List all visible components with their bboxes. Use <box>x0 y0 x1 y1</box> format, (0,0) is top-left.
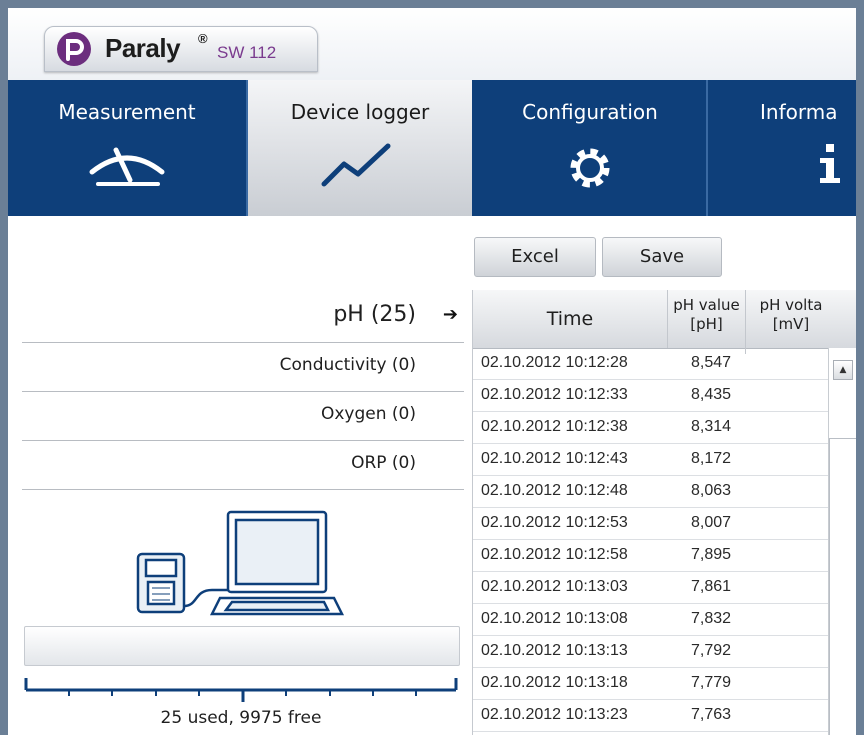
column-header-ph-line1: pH value <box>673 296 740 314</box>
column-header-voltage-line1: pH volta <box>759 296 823 314</box>
info-icon <box>708 136 856 196</box>
cell-time: 02.10.2012 10:12:28 <box>481 354 628 371</box>
table-row[interactable]: 02.10.2012 10:12:48 8,063 <box>473 476 828 508</box>
excel-button[interactable]: Excel <box>474 237 596 277</box>
paraly-logo-icon <box>57 32 91 66</box>
column-header-time[interactable]: Time <box>473 290 668 348</box>
brand-registered-mark: ® <box>198 31 208 46</box>
cell-ph-value: 7,763 <box>691 706 732 723</box>
tab-information[interactable]: Informa <box>708 80 856 216</box>
tab-label: Measurement <box>58 100 196 124</box>
table-row[interactable]: 02.10.2012 10:12:33 8,435 <box>473 380 828 412</box>
logger-table: Time pH value [pH] pH volta [mV] 02.10.2… <box>472 290 856 735</box>
table-row[interactable]: 02.10.2012 10:12:53 8,007 <box>473 508 828 540</box>
cell-ph-value: 8,063 <box>691 482 732 499</box>
table-row[interactable]: 02.10.2012 10:13:23 7,763 <box>473 700 828 732</box>
cell-time: 02.10.2012 10:12:43 <box>481 450 628 467</box>
cell-time: 02.10.2012 10:13:23 <box>481 706 628 723</box>
storage-status-text: 25 used, 9975 free <box>160 708 322 728</box>
cell-ph-value: 8,435 <box>691 386 732 403</box>
tab-label: Configuration <box>522 100 658 124</box>
cell-time: 02.10.2012 10:12:53 <box>481 514 628 531</box>
main-nav: Measurement Device logger Configuration <box>8 80 856 216</box>
cell-ph-value: 7,792 <box>691 642 732 659</box>
channel-label: Oxygen (0) <box>320 404 416 424</box>
brand-model: SW 112 <box>217 43 277 62</box>
cell-ph-value: 8,172 <box>691 450 732 467</box>
trend-icon <box>248 136 472 196</box>
brand-name: Paraly <box>105 33 181 63</box>
table-row[interactable]: 02.10.2012 10:13:18 7,779 <box>473 668 828 700</box>
table-row[interactable]: 02.10.2012 10:12:58 7,895 <box>473 540 828 572</box>
tab-configuration[interactable]: Configuration <box>474 80 708 216</box>
table-header: Time pH value [pH] pH volta [mV] <box>473 290 856 354</box>
channel-label: pH (25) <box>333 302 416 327</box>
table-scrollbar[interactable]: ▲ <box>828 348 856 735</box>
table-row[interactable]: 02.10.2012 10:12:43 8,172 <box>473 444 828 476</box>
column-header-ph[interactable]: pH value [pH] <box>668 290 746 354</box>
cell-ph-value: 7,861 <box>691 578 732 595</box>
channel-label: ORP (0) <box>351 453 416 473</box>
cell-ph-value: 8,007 <box>691 514 732 531</box>
save-button[interactable]: Save <box>602 237 722 277</box>
storage-progress-bar <box>24 626 460 666</box>
scroll-thumb[interactable] <box>829 438 856 735</box>
selected-arrow-icon: ➔ <box>442 304 458 325</box>
header: Paraly ® SW 112 <box>8 8 856 80</box>
channel-panel: pH (25) ➔ Conductivity (0) Oxygen (0) OR… <box>8 216 478 735</box>
tab-label: Device logger <box>290 100 430 124</box>
channel-item-ph[interactable]: pH (25) ➔ <box>22 294 464 343</box>
column-header-ph-line2: [pH] <box>690 315 723 333</box>
cell-time: 02.10.2012 10:13:13 <box>481 642 628 659</box>
table-row[interactable]: 02.10.2012 10:12:38 8,314 <box>473 412 828 444</box>
cell-ph-value: 8,547 <box>691 354 732 371</box>
cell-time: 02.10.2012 10:12:33 <box>481 386 628 403</box>
app-window: Paraly ® SW 112 Measurement Device logge… <box>8 8 856 735</box>
cell-ph-value: 7,895 <box>691 546 732 563</box>
cell-ph-value: 7,832 <box>691 610 732 627</box>
cell-time: 02.10.2012 10:13:03 <box>481 578 628 595</box>
cell-ph-value: 7,779 <box>691 674 732 691</box>
cell-time: 02.10.2012 10:12:38 <box>481 418 628 435</box>
brand-logo: Paraly ® SW 112 <box>44 26 318 72</box>
cell-time: 02.10.2012 10:12:48 <box>481 482 628 499</box>
channel-item-orp[interactable]: ORP (0) <box>22 441 464 490</box>
table-row[interactable]: 02.10.2012 10:13:03 7,861 <box>473 572 828 604</box>
cell-time: 02.10.2012 10:12:58 <box>481 546 628 563</box>
table-row[interactable]: 02.10.2012 10:13:13 7,792 <box>473 636 828 668</box>
tab-measurement[interactable]: Measurement <box>8 80 248 216</box>
gauge-icon <box>8 136 246 196</box>
device-to-computer-icon <box>128 502 348 622</box>
gear-icon <box>474 136 706 196</box>
column-header-voltage-line2: [mV] <box>772 315 810 333</box>
table-row[interactable]: 02.10.2012 10:13:08 7,832 <box>473 604 828 636</box>
tab-label: Informa <box>760 100 838 124</box>
cell-ph-value: 8,314 <box>691 418 732 435</box>
scroll-up-icon[interactable]: ▲ <box>833 360 853 380</box>
channel-item-conductivity[interactable]: Conductivity (0) <box>22 343 464 392</box>
cell-time: 02.10.2012 10:13:18 <box>481 674 628 691</box>
tab-device-logger[interactable]: Device logger <box>248 80 472 216</box>
channel-item-oxygen[interactable]: Oxygen (0) <box>22 392 464 441</box>
cell-time: 02.10.2012 10:13:08 <box>481 610 628 627</box>
table-row[interactable]: 02.10.2012 10:12:28 8,547 <box>473 348 828 380</box>
column-header-voltage[interactable]: pH volta [mV] <box>746 290 836 354</box>
channel-label: Conductivity (0) <box>279 355 416 375</box>
storage-scale <box>24 674 458 704</box>
